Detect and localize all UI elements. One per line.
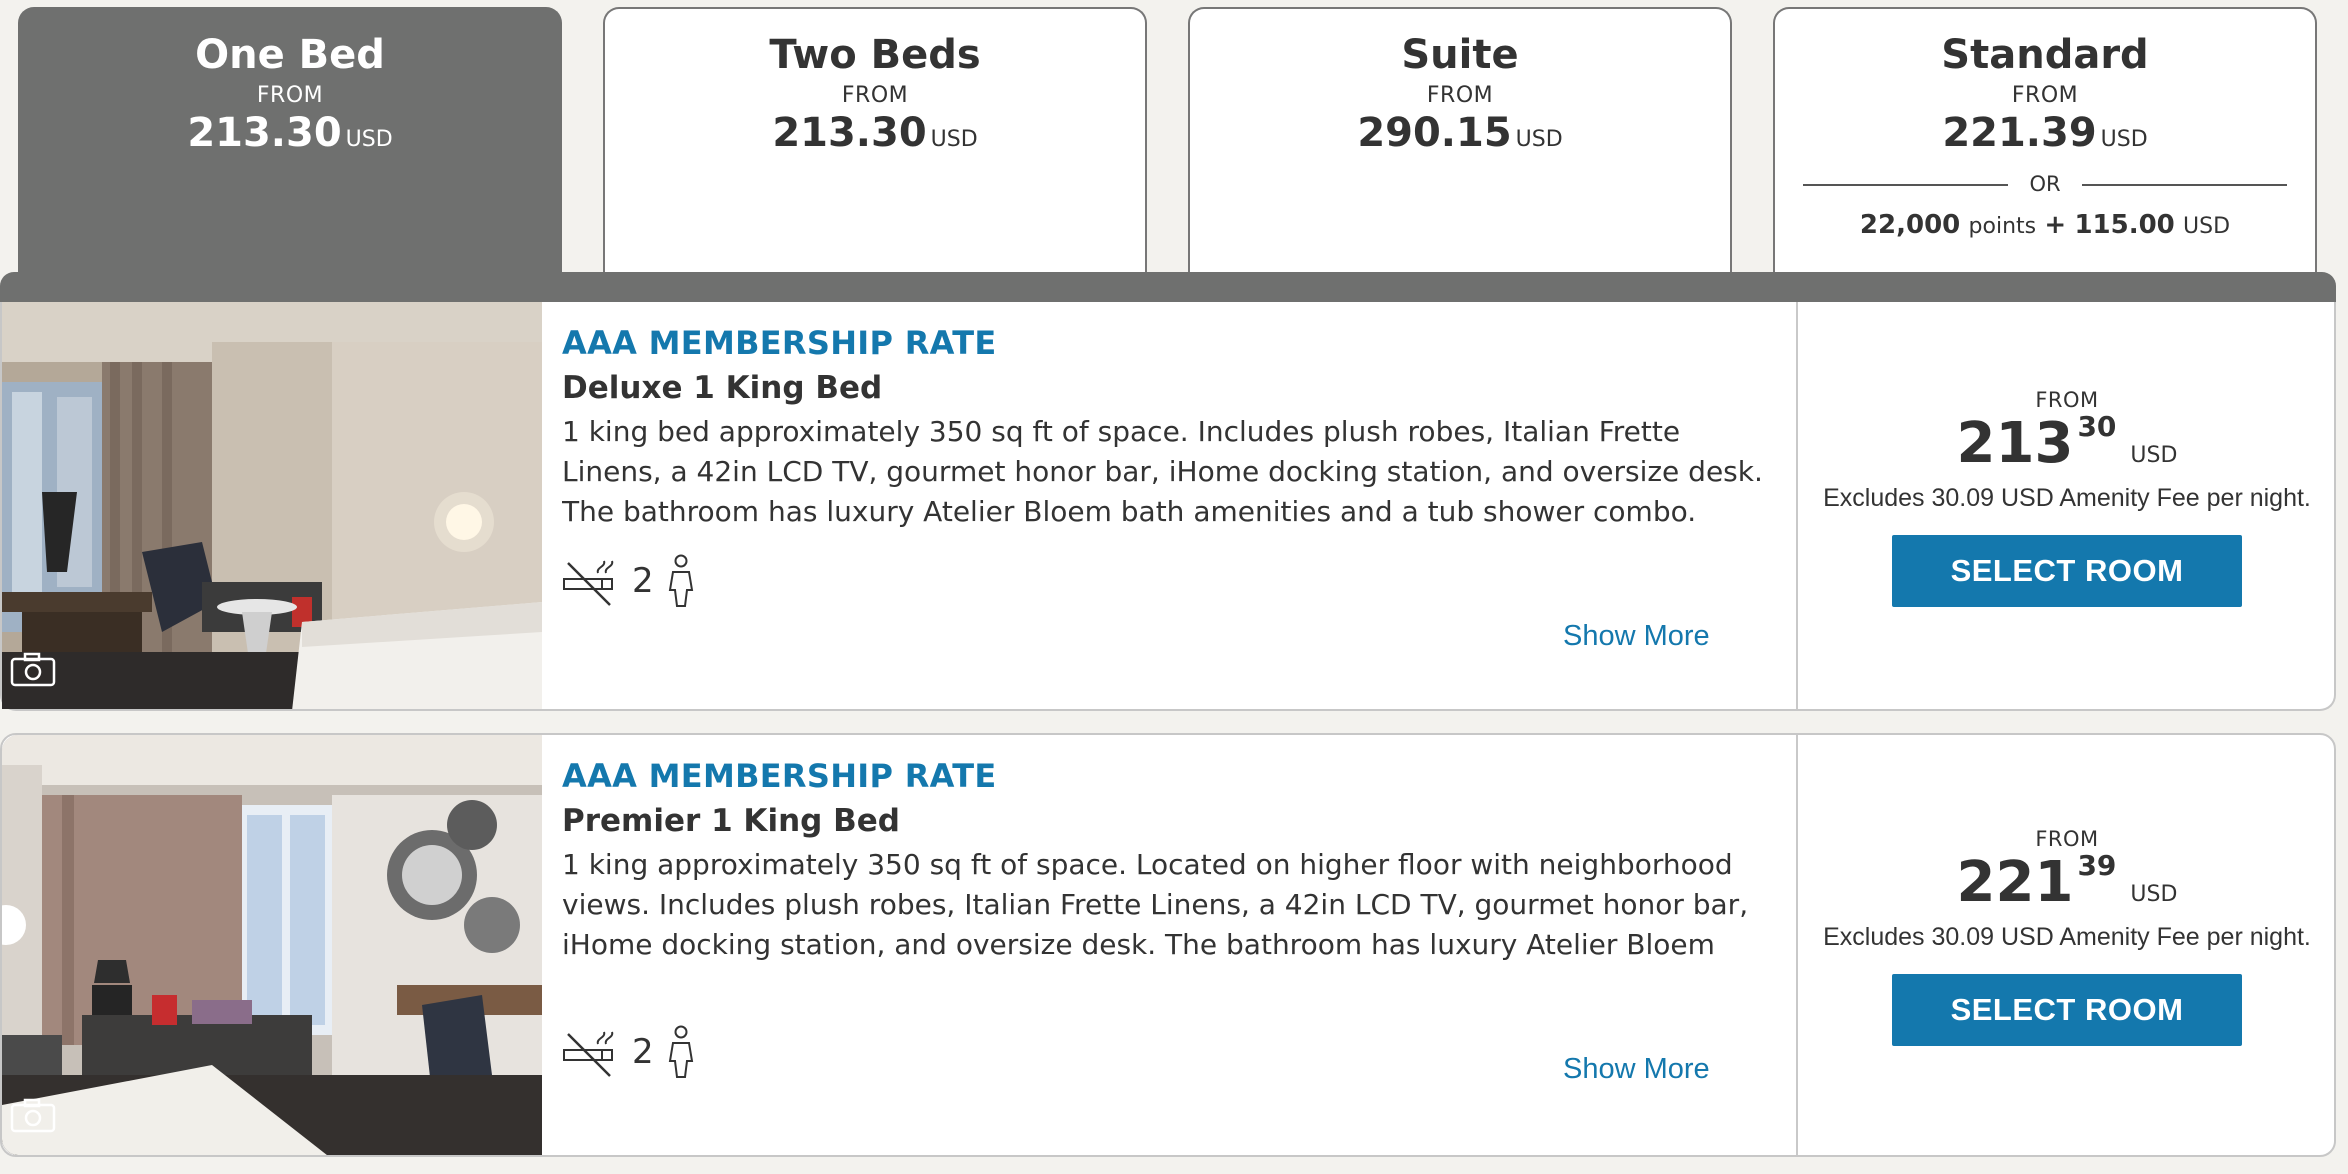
price-currency: USD xyxy=(2130,443,2178,468)
no-smoking-icon xyxy=(563,1031,614,1077)
price-whole: 221 xyxy=(1956,850,2074,915)
room-photo-image xyxy=(2,735,542,1155)
cash-amount: 115.00 xyxy=(2074,210,2175,240)
guest-count: 2 xyxy=(632,1032,654,1072)
or-label: OR xyxy=(2029,172,2061,196)
or-separator: OR xyxy=(1803,170,2287,198)
tab-title: Standard xyxy=(1941,32,2149,78)
room-price: 213 30 USD xyxy=(1798,412,2336,474)
room-card: AAA MEMBERSHIP RATE Premier 1 King Bed 1… xyxy=(0,733,2336,1157)
room-description: 1 king approximately 350 sq ft of space.… xyxy=(562,848,1749,961)
room-name: Deluxe 1 King Bed xyxy=(562,370,883,406)
camera-icon[interactable] xyxy=(10,1097,56,1133)
room-description: 1 king bed approximately 350 sq ft of sp… xyxy=(562,415,1763,528)
tab-from-label: FROM xyxy=(1426,83,1494,108)
tab-price: 290.15 xyxy=(1357,110,1512,156)
tab-content-header-band xyxy=(0,272,2336,304)
tab-two-beds[interactable]: Two Beds FROM 213.30 USD xyxy=(603,7,1147,272)
room-amenities: 2 xyxy=(562,1025,694,1079)
price-from-label: FROM xyxy=(2035,827,2099,851)
tab-from-label: FROM xyxy=(2011,83,2079,108)
room-price: 221 39 USD xyxy=(1798,851,2336,913)
points-amount: 22,000 xyxy=(1859,210,1961,240)
room-price-panel: FROM 213 30 USD Excludes 30.09 USD Amenity… xyxy=(1798,388,2336,607)
room-photo[interactable] xyxy=(2,302,542,709)
no-smoking-icon xyxy=(563,560,614,606)
rate-name: AAA MEMBERSHIP RATE xyxy=(562,757,997,795)
tab-price: 221.39 xyxy=(1942,110,2097,156)
price-from-label: FROM xyxy=(2035,388,2099,412)
show-more-link[interactable]: Show More xyxy=(1563,620,1710,653)
rate-name: AAA MEMBERSHIP RATE xyxy=(562,324,997,362)
price-whole: 213 xyxy=(1956,411,2074,476)
price-currency: USD xyxy=(2130,882,2178,907)
camera-icon[interactable] xyxy=(10,651,56,687)
select-room-button[interactable]: SELECT ROOM xyxy=(1892,973,2242,1046)
points-label: points xyxy=(1968,214,2037,239)
cash-currency: USD xyxy=(2183,214,2231,239)
price-cents: 30 xyxy=(2077,410,2117,443)
room-card: AAA MEMBERSHIP RATE Deluxe 1 King Bed 1 … xyxy=(0,302,2336,711)
select-room-button[interactable]: SELECT ROOM xyxy=(1892,534,2242,607)
person-icon xyxy=(668,1025,693,1078)
amenity-fee-note: Excludes 30.09 USD Amenity Fee per night… xyxy=(1823,483,2311,512)
price-cents: 39 xyxy=(2077,849,2117,882)
plus-sign: + xyxy=(2044,210,2067,240)
tab-from-label: FROM xyxy=(256,83,324,108)
separator-line xyxy=(1803,184,2008,186)
tab-title: One Bed xyxy=(195,32,385,78)
tab-currency: USD xyxy=(930,127,978,152)
amenity-fee-note: Excludes 30.09 USD Amenity Fee per night… xyxy=(1823,922,2311,951)
tab-price: 213.30 xyxy=(187,110,342,156)
tab-suite[interactable]: Suite FROM 290.15 USD xyxy=(1188,7,1732,272)
room-name: Premier 1 King Bed xyxy=(562,803,900,839)
tab-currency: USD xyxy=(345,127,393,152)
tab-currency: USD xyxy=(2100,127,2148,152)
room-amenities: 2 xyxy=(562,554,694,608)
separator-line xyxy=(2082,184,2287,186)
tab-title: Suite xyxy=(1401,32,1519,78)
room-info: AAA MEMBERSHIP RATE Deluxe 1 King Bed 1 … xyxy=(562,324,1777,532)
person-icon xyxy=(668,554,693,607)
room-price-panel: FROM 221 39 USD Excludes 30.09 USD Amenity… xyxy=(1798,827,2336,1046)
points-price: 22,000 points + 115.00 USD xyxy=(1775,210,2315,240)
tab-one-bed[interactable]: One Bed FROM 213.30 USD xyxy=(18,7,562,282)
guest-count: 2 xyxy=(632,561,654,601)
room-photo-image xyxy=(2,302,542,709)
show-more-link[interactable]: Show More xyxy=(1563,1053,1710,1086)
tab-from-label: FROM xyxy=(841,83,909,108)
tab-title: Two Beds xyxy=(769,32,981,78)
tab-currency: USD xyxy=(1515,127,1563,152)
room-photo[interactable] xyxy=(2,735,542,1155)
tab-standard[interactable]: Standard FROM 221.39 USD OR 22,000 points… xyxy=(1773,7,2317,272)
tab-price: 213.30 xyxy=(772,110,927,156)
room-info: AAA MEMBERSHIP RATE Premier 1 King Bed 1… xyxy=(562,757,1777,965)
